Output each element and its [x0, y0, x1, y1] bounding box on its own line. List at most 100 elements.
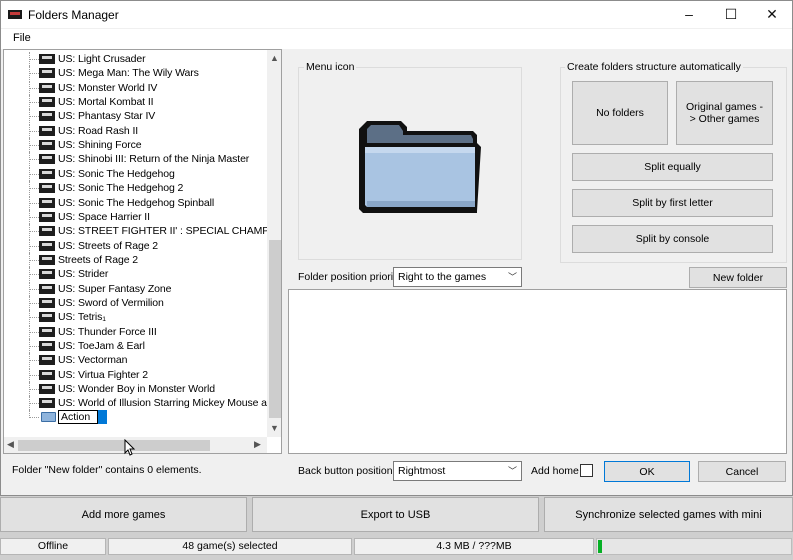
- tree-item[interactable]: US: Wonder Boy in Monster World: [4, 382, 266, 397]
- maximize-button[interactable]: ☐: [708, 1, 754, 28]
- synchronize-label: Synchronize selected games with mini: [575, 508, 762, 521]
- tree-connector: [30, 73, 39, 75]
- chevron-down-icon: ﹀: [507, 272, 517, 282]
- back-button-position-dropdown[interactable]: Rightmost ﹀: [393, 461, 522, 481]
- tree-item[interactable]: US: Mega Man: The Wily Wars: [4, 66, 266, 81]
- split-by-letter-button[interactable]: Split by first letter: [572, 189, 773, 217]
- split-equally-button[interactable]: Split equally: [572, 153, 773, 181]
- tree-connector: [30, 331, 39, 333]
- close-button[interactable]: ✕: [749, 1, 793, 28]
- tree-item[interactable]: US: Streets of Rage 2: [4, 238, 266, 253]
- tree-connector: [30, 59, 39, 60]
- game-cartridge-icon: [39, 54, 55, 64]
- no-folders-button[interactable]: No folders: [572, 81, 668, 145]
- tree-connector: [30, 145, 39, 147]
- vertical-scroll-thumb[interactable]: [269, 240, 281, 418]
- add-home-checkbox[interactable]: [580, 464, 593, 477]
- scroll-right-arrow-icon[interactable]: ▶: [254, 439, 261, 450]
- horizontal-scroll-thumb[interactable]: [18, 440, 210, 451]
- games-tree[interactable]: US: Light Crusader US: Mega Man: The Wily…: [3, 49, 282, 454]
- game-cartridge-icon: [39, 226, 55, 237]
- original-games-label: Original games -> Other games: [685, 101, 764, 125]
- scroll-left-arrow-icon[interactable]: ◀: [7, 439, 14, 450]
- tree-connector: [30, 173, 39, 175]
- tree-connector: [30, 245, 39, 247]
- folder-icon: [41, 412, 56, 422]
- game-cartridge-icon: [39, 326, 55, 337]
- add-home-label: Add home: [531, 465, 579, 477]
- tree-connector: [30, 259, 39, 261]
- tree-item-label: US: ToeJam & Earl: [58, 340, 145, 352]
- tree-connector: [30, 116, 39, 118]
- game-cartridge-icon: [39, 341, 55, 351]
- tree-item-label: US: Sonic The Hedgehog Spinball: [58, 196, 215, 209]
- tree-item-label: US: Shinobi III: Return of the Ninja Mas…: [58, 153, 250, 166]
- scroll-down-arrow-icon[interactable]: ▼: [270, 423, 279, 433]
- menu-file[interactable]: File: [13, 32, 31, 44]
- tree-connector: [30, 302, 39, 304]
- chevron-down-icon: ﹀: [507, 466, 517, 476]
- game-cartridge-icon: [39, 168, 55, 179]
- tree-item[interactable]: US: Space Harrier II: [4, 209, 266, 224]
- tree-vertical-scrollbar[interactable]: ▲ ▼: [267, 50, 281, 437]
- tree-item[interactable]: US: Phantasy Star IV: [4, 109, 266, 124]
- tree-item-new-folder[interactable]: Action: [4, 410, 266, 424]
- tree-item-label: US: STREET FIGHTER II' : SPECIAL CHAMPIO: [58, 225, 281, 238]
- game-cartridge-icon: [39, 254, 55, 265]
- synchronize-button[interactable]: Synchronize selected games with mini: [544, 497, 793, 532]
- tree-item[interactable]: US: World of Illusion Starring Mickey Mo…: [4, 396, 278, 411]
- folder-position-value: Right to the games: [398, 271, 487, 283]
- tree-item[interactable]: US: Mortal Kombat II: [4, 95, 266, 110]
- folder-icon[interactable]: [353, 113, 489, 221]
- tree-item[interactable]: US: Thunder Force III: [4, 324, 266, 339]
- folder-position-dropdown[interactable]: Right to the games ﹀: [393, 267, 522, 287]
- game-cartridge-icon: [39, 240, 55, 251]
- game-cartridge-icon: [39, 140, 55, 151]
- tree-item[interactable]: US: Tetris₁: [4, 310, 266, 325]
- split-by-console-button[interactable]: Split by console: [572, 225, 773, 253]
- original-games-button[interactable]: Original games -> Other games: [676, 81, 773, 145]
- tree-item[interactable]: US: Monster World IV: [4, 80, 266, 95]
- tree-item[interactable]: US: Road Rash II: [4, 123, 266, 138]
- ok-button[interactable]: OK: [604, 461, 690, 482]
- cancel-button[interactable]: Cancel: [698, 461, 786, 482]
- tree-connector: [30, 389, 39, 391]
- add-more-games-label: Add more games: [81, 508, 166, 521]
- tree-item[interactable]: US: Sword of Vermilion: [4, 295, 266, 310]
- tree-item[interactable]: US: Light Crusader: [4, 52, 266, 66]
- tree-item[interactable]: US: Strider: [4, 267, 266, 282]
- game-cartridge-icon: [39, 297, 55, 308]
- new-folder-button[interactable]: New folder: [689, 267, 787, 288]
- tree-item[interactable]: US: STREET FIGHTER II' : SPECIAL CHAMPIO: [4, 224, 280, 239]
- scroll-up-arrow-icon[interactable]: ▲: [270, 53, 279, 63]
- status-message: Folder "New folder" contains 0 elements.: [12, 464, 202, 476]
- tree-item[interactable]: US: Sonic The Hedgehog Spinball: [4, 195, 266, 210]
- tree-connector: [30, 417, 39, 418]
- tree-connector: [30, 360, 39, 362]
- tree-item[interactable]: US: Vectorman: [4, 353, 266, 368]
- mouse-cursor-icon: [124, 439, 136, 456]
- tree-connector: [30, 202, 39, 204]
- game-cartridge-icon: [39, 97, 55, 108]
- tree-item[interactable]: US: Virtua Fighter 2: [4, 367, 266, 382]
- tree-connector: [30, 374, 39, 376]
- tree-item[interactable]: US: Shinobi III: Return of the Ninja Mas…: [4, 152, 266, 167]
- tree-item[interactable]: Streets of Rage 2: [4, 252, 266, 267]
- game-cartridge-icon: [39, 125, 55, 136]
- tree-item[interactable]: US: Sonic The Hedgehog 2: [4, 181, 266, 196]
- tree-item-label: US: Sonic The Hedgehog 2: [58, 182, 184, 195]
- back-button-position-label: Back button position:: [298, 465, 396, 477]
- tree-item[interactable]: US: Sonic The Hedgehog: [4, 166, 266, 181]
- folder-contents-panel[interactable]: [288, 289, 787, 454]
- export-to-usb-button[interactable]: Export to USB: [252, 497, 539, 532]
- folder-name-edit-input[interactable]: Action: [58, 410, 98, 424]
- connection-status: Offline: [0, 538, 106, 555]
- game-cartridge-icon: [39, 183, 55, 194]
- minimize-button[interactable]: –: [666, 1, 712, 28]
- tree-item-label: US: Vectorman: [58, 354, 128, 367]
- tree-item[interactable]: US: Super Fantasy Zone: [4, 281, 266, 296]
- tree-item[interactable]: US: Shining Force: [4, 138, 266, 153]
- tree-item-label: US: Road Rash II: [58, 124, 139, 137]
- tree-item[interactable]: US: ToeJam & Earl: [4, 339, 266, 353]
- add-more-games-button[interactable]: Add more games: [0, 497, 247, 532]
